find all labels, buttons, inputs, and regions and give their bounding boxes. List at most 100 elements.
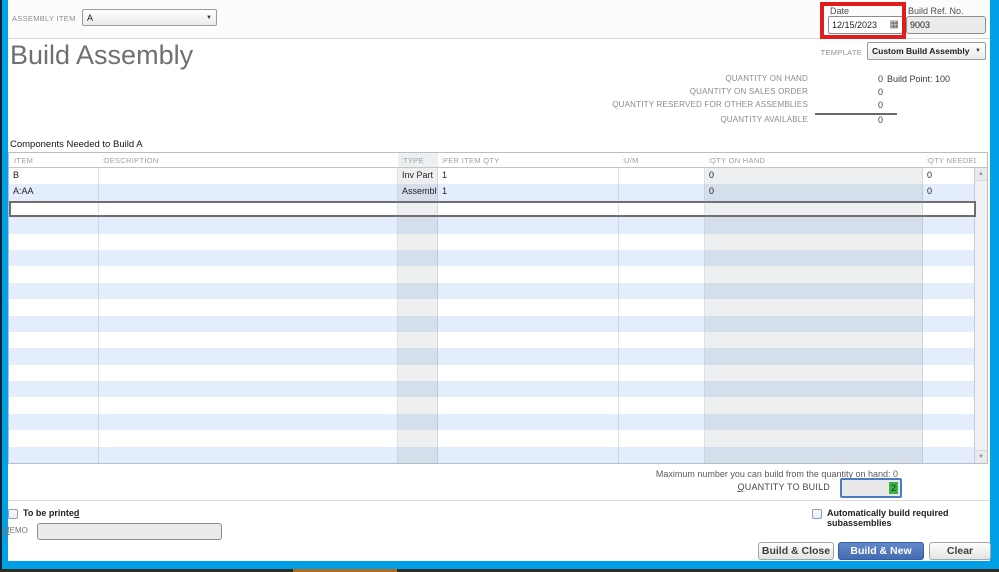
to-be-printed-checkbox[interactable] xyxy=(8,509,18,519)
cell-qty-on-hand[interactable] xyxy=(705,217,923,234)
cell-item[interactable] xyxy=(9,282,99,300)
cell-um[interactable] xyxy=(619,200,705,218)
cell-per-item-qty[interactable] xyxy=(438,348,619,365)
column-header-um[interactable]: U/M xyxy=(619,153,705,167)
cell-item[interactable]: B xyxy=(9,168,99,185)
cell-qty-on-hand[interactable] xyxy=(705,331,923,349)
cell-um[interactable] xyxy=(619,168,705,185)
build-and-new-button[interactable]: Build & New xyxy=(838,542,924,560)
cell-um[interactable] xyxy=(619,282,705,300)
cell-item[interactable] xyxy=(9,331,99,349)
cell-per-item-qty[interactable] xyxy=(438,413,619,431)
cell-um[interactable] xyxy=(619,266,705,283)
cell-um[interactable] xyxy=(619,364,705,382)
cell-description[interactable] xyxy=(99,381,398,398)
cell-type[interactable]: Inv Part xyxy=(398,168,438,185)
table-row[interactable] xyxy=(9,233,976,250)
auto-build-subassemblies-checkbox[interactable] xyxy=(812,509,822,519)
build-ref-field[interactable] xyxy=(906,16,986,34)
cell-um[interactable] xyxy=(619,413,705,431)
cell-qty-needed[interactable] xyxy=(923,266,976,282)
cell-description[interactable] xyxy=(99,299,398,316)
cell-um[interactable] xyxy=(619,217,705,234)
cell-qty-needed[interactable] xyxy=(923,332,976,348)
cell-item[interactable] xyxy=(9,364,99,382)
cell-item[interactable] xyxy=(9,446,99,464)
cell-qty-needed[interactable] xyxy=(923,430,976,446)
column-header-item[interactable]: ITEM xyxy=(9,153,99,167)
cell-per-item-qty[interactable] xyxy=(438,364,619,382)
cell-description[interactable] xyxy=(99,168,398,185)
cell-type[interactable] xyxy=(398,233,438,250)
cell-item[interactable] xyxy=(9,348,99,365)
cell-description[interactable] xyxy=(99,364,398,382)
assembly-item-dropdown[interactable]: A ▼ xyxy=(82,9,217,26)
cell-qty-on-hand[interactable] xyxy=(705,266,923,283)
quantity-to-build-input[interactable]: 2 xyxy=(840,478,902,498)
cell-um[interactable] xyxy=(619,397,705,414)
cell-qty-needed[interactable] xyxy=(923,381,976,397)
calendar-icon[interactable]: ▦ xyxy=(890,20,899,30)
cell-per-item-qty[interactable] xyxy=(438,397,619,414)
cell-item[interactable] xyxy=(9,249,99,267)
cell-per-item-qty[interactable] xyxy=(438,331,619,349)
cell-per-item-qty[interactable]: 1 xyxy=(438,184,619,201)
cell-qty-on-hand[interactable] xyxy=(705,397,923,414)
table-row[interactable] xyxy=(9,266,976,283)
cell-type[interactable]: Assembly xyxy=(398,184,438,201)
cell-type[interactable] xyxy=(398,331,438,349)
cell-qty-on-hand[interactable] xyxy=(705,282,923,300)
cell-type[interactable] xyxy=(398,413,438,431)
cell-per-item-qty[interactable] xyxy=(438,381,619,398)
table-row[interactable] xyxy=(9,282,976,300)
cell-qty-on-hand[interactable]: 0 xyxy=(705,168,923,185)
cell-type[interactable] xyxy=(398,381,438,398)
cell-qty-on-hand[interactable] xyxy=(705,413,923,431)
cell-item[interactable] xyxy=(9,430,99,447)
cell-description[interactable] xyxy=(99,446,398,464)
cell-qty-on-hand[interactable] xyxy=(705,233,923,250)
cell-per-item-qty[interactable] xyxy=(438,249,619,267)
table-row[interactable] xyxy=(9,348,976,365)
scroll-up-icon[interactable]: ▲ xyxy=(975,168,987,181)
build-ref-input[interactable] xyxy=(910,20,982,30)
cell-per-item-qty[interactable] xyxy=(438,217,619,234)
cell-type[interactable] xyxy=(398,249,438,267)
table-row[interactable] xyxy=(9,381,976,398)
table-row[interactable]: B Inv Part 1 0 0 xyxy=(9,168,976,185)
column-header-type[interactable]: TYPE xyxy=(398,153,438,167)
cell-type[interactable] xyxy=(398,430,438,447)
cell-qty-needed[interactable] xyxy=(923,316,976,332)
table-row[interactable] xyxy=(9,397,976,414)
table-row[interactable] xyxy=(9,217,976,234)
memo-input[interactable] xyxy=(41,526,218,537)
cell-item[interactable] xyxy=(9,233,99,250)
cell-qty-needed[interactable] xyxy=(923,348,976,364)
cell-qty-needed[interactable] xyxy=(923,250,976,266)
cell-item[interactable] xyxy=(9,200,99,218)
cell-qty-needed[interactable] xyxy=(923,365,976,381)
cell-um[interactable] xyxy=(619,233,705,250)
column-header-qty-needed[interactable]: QTY NEEDED xyxy=(923,153,976,167)
cell-type[interactable] xyxy=(398,397,438,414)
cell-item[interactable] xyxy=(9,413,99,431)
cell-qty-needed[interactable] xyxy=(923,201,976,217)
cell-description[interactable] xyxy=(99,331,398,349)
column-header-qty-on-hand[interactable]: QTY ON HAND xyxy=(705,153,923,167)
cell-um[interactable] xyxy=(619,315,705,332)
cell-description[interactable] xyxy=(99,413,398,431)
table-row[interactable] xyxy=(9,299,976,316)
cell-um[interactable] xyxy=(619,381,705,398)
cell-item[interactable] xyxy=(9,217,99,234)
cell-qty-needed[interactable] xyxy=(923,447,976,463)
build-and-close-button[interactable]: Build & Close xyxy=(758,542,834,560)
cell-type[interactable] xyxy=(398,446,438,464)
table-row[interactable] xyxy=(9,331,976,349)
cell-description[interactable] xyxy=(99,249,398,267)
cell-qty-on-hand[interactable] xyxy=(705,364,923,382)
cell-type[interactable] xyxy=(398,315,438,332)
cell-qty-on-hand[interactable] xyxy=(705,430,923,447)
cell-per-item-qty[interactable]: 1 xyxy=(438,168,619,185)
cell-description[interactable] xyxy=(99,233,398,250)
cell-um[interactable] xyxy=(619,249,705,267)
